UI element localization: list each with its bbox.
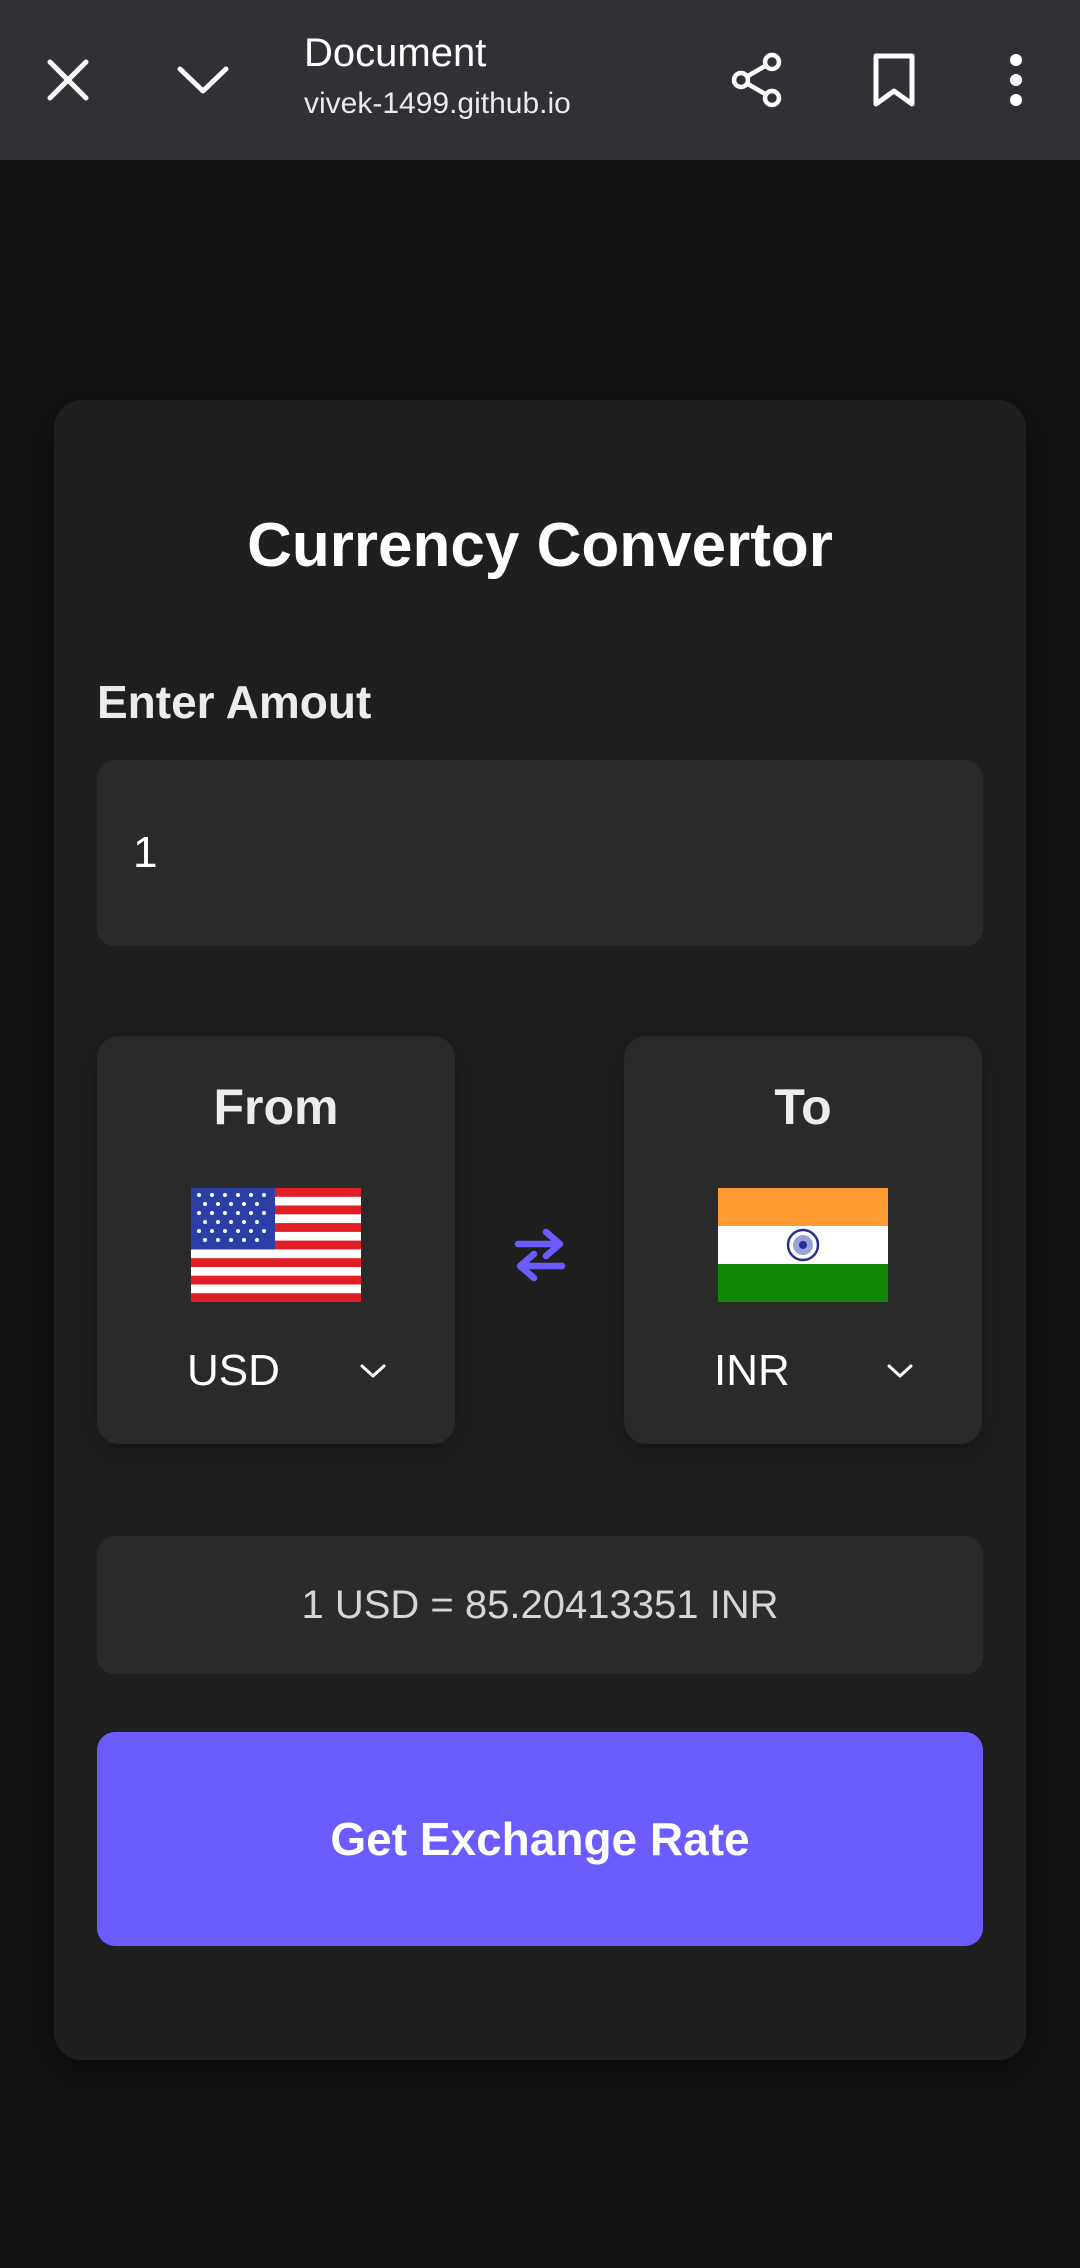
close-icon[interactable] — [28, 40, 108, 120]
exchange-rate-result: 1 USD = 85.20413351 INR — [97, 1536, 983, 1674]
chevron-down-icon[interactable] — [163, 40, 243, 120]
get-exchange-rate-button[interactable]: Get Exchange Rate — [97, 1732, 983, 1946]
browser-title-area: Document vivek-1499.github.io — [304, 26, 571, 124]
more-vert-icon[interactable] — [976, 40, 1056, 120]
bookmark-icon[interactable] — [854, 40, 934, 120]
from-label: From — [213, 1079, 339, 1135]
page-url: vivek-1499.github.io — [304, 87, 571, 120]
from-currency-select[interactable]: USD — [187, 1336, 387, 1406]
us-flag-icon — [191, 1188, 361, 1302]
app-title: Currency Convertor — [247, 511, 833, 580]
swap-arrows-icon — [514, 1228, 566, 1282]
india-flag-icon — [718, 1188, 888, 1302]
page-title: Document — [304, 31, 487, 75]
swap-currencies-button[interactable] — [501, 1216, 579, 1294]
amount-label: Enter Amout — [97, 676, 372, 728]
share-icon[interactable] — [717, 40, 797, 120]
chevron-down-icon — [360, 1364, 386, 1378]
converter-card: Currency Convertor Enter Amout From — [54, 400, 1026, 2060]
from-currency-code: USD — [187, 1346, 280, 1395]
to-currency-code: INR — [714, 1346, 790, 1395]
to-currency-select[interactable]: INR — [714, 1336, 914, 1406]
from-currency-box: From USD — [97, 1036, 455, 1444]
chevron-down-icon — [887, 1364, 913, 1378]
to-label: To — [774, 1079, 832, 1135]
browser-toolbar: Document vivek-1499.github.io — [0, 0, 1080, 160]
amount-input[interactable] — [97, 760, 983, 946]
to-currency-box: To INR — [624, 1036, 982, 1444]
